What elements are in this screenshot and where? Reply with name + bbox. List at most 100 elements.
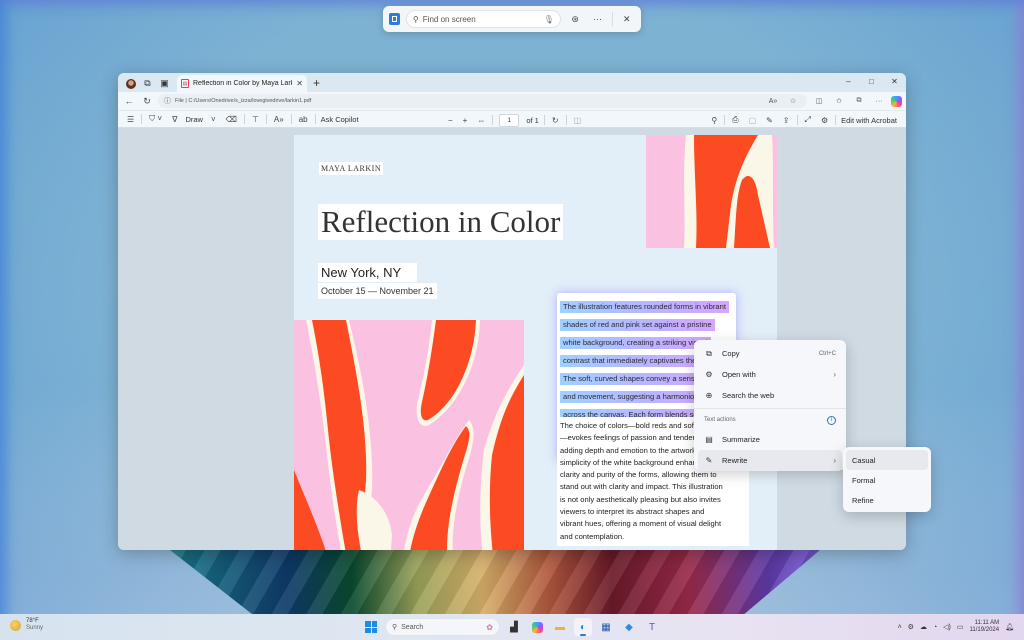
weather-widget[interactable]: 78°F Sunny bbox=[10, 618, 43, 632]
translate-icon[interactable]: ab bbox=[294, 115, 313, 124]
favorite-star-icon[interactable]: ☆ bbox=[785, 97, 801, 105]
eraser-icon[interactable]: ⌫ bbox=[221, 115, 242, 124]
url-text: File | C:/Users/Onedrive/s_izza/lovegive… bbox=[175, 98, 312, 104]
open-with-icon: ⚙ bbox=[705, 370, 713, 379]
selected-line[interactable]: shades of red and pink set against a pri… bbox=[560, 319, 715, 332]
menu-item-rewrite[interactable]: ✎ Rewrite › bbox=[698, 450, 842, 471]
submenu-item-refine[interactable]: Refine bbox=[846, 490, 928, 510]
summarize-icon: ▤ bbox=[705, 435, 713, 444]
close-window-button[interactable]: ✕ bbox=[883, 73, 906, 90]
store-icon[interactable]: ▦ bbox=[597, 618, 615, 636]
favorites-icon[interactable]: ✩ bbox=[831, 97, 847, 105]
zoom-out-icon[interactable]: − bbox=[443, 116, 458, 125]
copilot-app-icon[interactable] bbox=[528, 618, 546, 636]
date: 11/19/2024 bbox=[969, 627, 1000, 633]
split-screen-icon[interactable]: ◫ bbox=[811, 97, 827, 105]
fullscreen-icon[interactable]: ⤢ bbox=[800, 115, 816, 125]
menu-item-summarize[interactable]: ▤ Summarize bbox=[698, 429, 842, 450]
search-icon: ⚲ bbox=[392, 624, 398, 631]
read-aloud-icon[interactable]: A» bbox=[269, 115, 289, 124]
print-icon[interactable]: ⎙ bbox=[727, 115, 743, 125]
page-view-icon[interactable]: ◫ bbox=[569, 116, 587, 125]
more-icon[interactable]: ··· bbox=[871, 98, 887, 105]
more-icon[interactable]: ··· bbox=[589, 14, 605, 24]
refresh-icon[interactable]: ↻ bbox=[140, 96, 154, 107]
search-icon[interactable]: ⚲ bbox=[706, 116, 722, 125]
page-number-input[interactable]: 1 bbox=[499, 113, 520, 127]
rotate-icon[interactable]: ↻ bbox=[547, 116, 564, 125]
settings-icon[interactable]: ⚙ bbox=[816, 116, 833, 125]
pdf-toolbar: ☰ ⛉ ˅ ∇ Draw ˅ ⌫ ⊤ A» ab Ask Copilot − +… bbox=[118, 110, 906, 128]
settings-icon[interactable]: ⚙ bbox=[908, 623, 914, 631]
volume-icon[interactable]: ◁) bbox=[943, 623, 951, 631]
globe-icon: ⊕ bbox=[705, 391, 713, 400]
selected-line[interactable]: white background, creating a striking vi… bbox=[560, 337, 711, 350]
contents-icon[interactable]: ☰ bbox=[122, 115, 139, 124]
draw-button[interactable]: Draw bbox=[182, 115, 206, 124]
profile-avatar[interactable] bbox=[122, 75, 139, 92]
start-button[interactable] bbox=[362, 618, 380, 636]
info-icon[interactable]: i bbox=[827, 415, 836, 425]
copilot-icon[interactable]: ◆ bbox=[620, 618, 638, 636]
selected-line[interactable]: The illustration features rounded forms … bbox=[560, 301, 729, 314]
clock[interactable]: 11:11 AM 11/19/2024 bbox=[970, 620, 1000, 634]
taskbar: 78°F Sunny ⚲ Search ✿ ▟ ▬ ◐ ▦ ◆ T ˄ ⚙ ☁ … bbox=[0, 614, 1024, 640]
notification-bell-icon[interactable]: 🔔︎ bbox=[1005, 623, 1014, 631]
menu-item-label: Open with bbox=[722, 370, 756, 379]
submenu-item-formal[interactable]: Formal bbox=[846, 470, 928, 490]
body-line: viewers to interpret its abstract shapes… bbox=[560, 507, 705, 517]
zoom-in-icon[interactable]: + bbox=[458, 116, 473, 125]
lens-icon[interactable]: ⊛ bbox=[567, 14, 583, 25]
copilot-icon[interactable] bbox=[891, 95, 902, 107]
onedrive-icon[interactable]: ☁ bbox=[920, 623, 927, 631]
chevron-down-icon[interactable]: ˅ bbox=[206, 115, 221, 124]
microphone-icon[interactable]: 🎙 bbox=[544, 15, 554, 24]
taskbar-search[interactable]: ⚲ Search ✿ bbox=[385, 618, 500, 636]
file-explorer-icon[interactable]: ▬ bbox=[551, 618, 569, 636]
body-line: is not only aesthetically pleasing but a… bbox=[560, 494, 721, 504]
fit-width-icon[interactable]: ⇔ bbox=[472, 116, 490, 125]
info-icon[interactable]: ⓘ bbox=[164, 96, 171, 106]
text-box-icon[interactable]: ⊤ bbox=[247, 115, 264, 124]
divider bbox=[724, 115, 726, 125]
find-on-screen-input[interactable]: ⚲ Find on screen 🎙 bbox=[405, 10, 561, 28]
screen-capture-icon[interactable] bbox=[389, 13, 400, 25]
ask-copilot-button[interactable]: Ask Copilot bbox=[318, 115, 362, 124]
menu-item-label: Search the web bbox=[722, 391, 775, 400]
read-aloud-icon[interactable]: A» bbox=[765, 98, 781, 105]
close-icon[interactable]: ✕ bbox=[619, 14, 635, 25]
back-icon[interactable]: ← bbox=[122, 96, 136, 106]
menu-item-label: Copy bbox=[722, 349, 740, 358]
menu-item-open-with[interactable]: ⚙ Open with › bbox=[698, 364, 842, 385]
maximize-button[interactable]: □ bbox=[860, 73, 883, 90]
menu-item-label: Rewrite bbox=[722, 456, 748, 465]
address-bar[interactable]: ⓘ File | C:/Users/Onedrive/s_izza/lovegi… bbox=[158, 94, 807, 108]
highlight-icon[interactable]: ⛉ ˅ bbox=[144, 114, 167, 124]
battery-icon[interactable]: ▭ bbox=[957, 623, 964, 631]
edge-icon[interactable]: ◐ bbox=[574, 618, 592, 636]
tab-actions-icon[interactable]: ▣ bbox=[156, 75, 173, 92]
divider bbox=[314, 114, 316, 124]
save-icon[interactable]: ▢ bbox=[744, 116, 762, 125]
close-tab-icon[interactable]: ✕ bbox=[296, 79, 303, 88]
edit-with-acrobat-button[interactable]: Edit with Acrobat bbox=[838, 116, 900, 125]
menu-item-search-web[interactable]: ⊕ Search the web bbox=[698, 385, 842, 406]
body-line: stand out with clarity and impact. This … bbox=[560, 482, 723, 492]
chevron-right-icon: › bbox=[833, 456, 836, 465]
minimize-button[interactable]: – bbox=[837, 73, 860, 90]
menu-item-copy[interactable]: ⧉ Copy Ctrl+C bbox=[698, 343, 842, 364]
share-icon[interactable]: ⇪ bbox=[778, 116, 795, 125]
workspaces-icon[interactable]: ⧉ bbox=[139, 75, 156, 92]
divider bbox=[796, 115, 798, 125]
tab-pdf[interactable]: ▤ Reflection in Color by Maya Larkin ✕ bbox=[177, 75, 307, 92]
new-tab-button[interactable]: + bbox=[313, 75, 320, 92]
chevron-up-icon[interactable]: ˄ bbox=[898, 624, 902, 631]
submenu-item-casual[interactable]: Casual bbox=[846, 450, 928, 470]
save-as-icon[interactable]: ✎ bbox=[761, 116, 778, 125]
collections-icon[interactable]: ⧉ bbox=[851, 97, 867, 105]
task-view-icon[interactable]: ▟ bbox=[505, 618, 523, 636]
selected-line[interactable]: contrast that immediately captivates the… bbox=[560, 355, 716, 368]
teams-icon[interactable]: T bbox=[643, 618, 661, 636]
draw-icon[interactable]: ∇ bbox=[167, 115, 182, 124]
wifi-icon[interactable]: ◔ bbox=[933, 624, 937, 631]
